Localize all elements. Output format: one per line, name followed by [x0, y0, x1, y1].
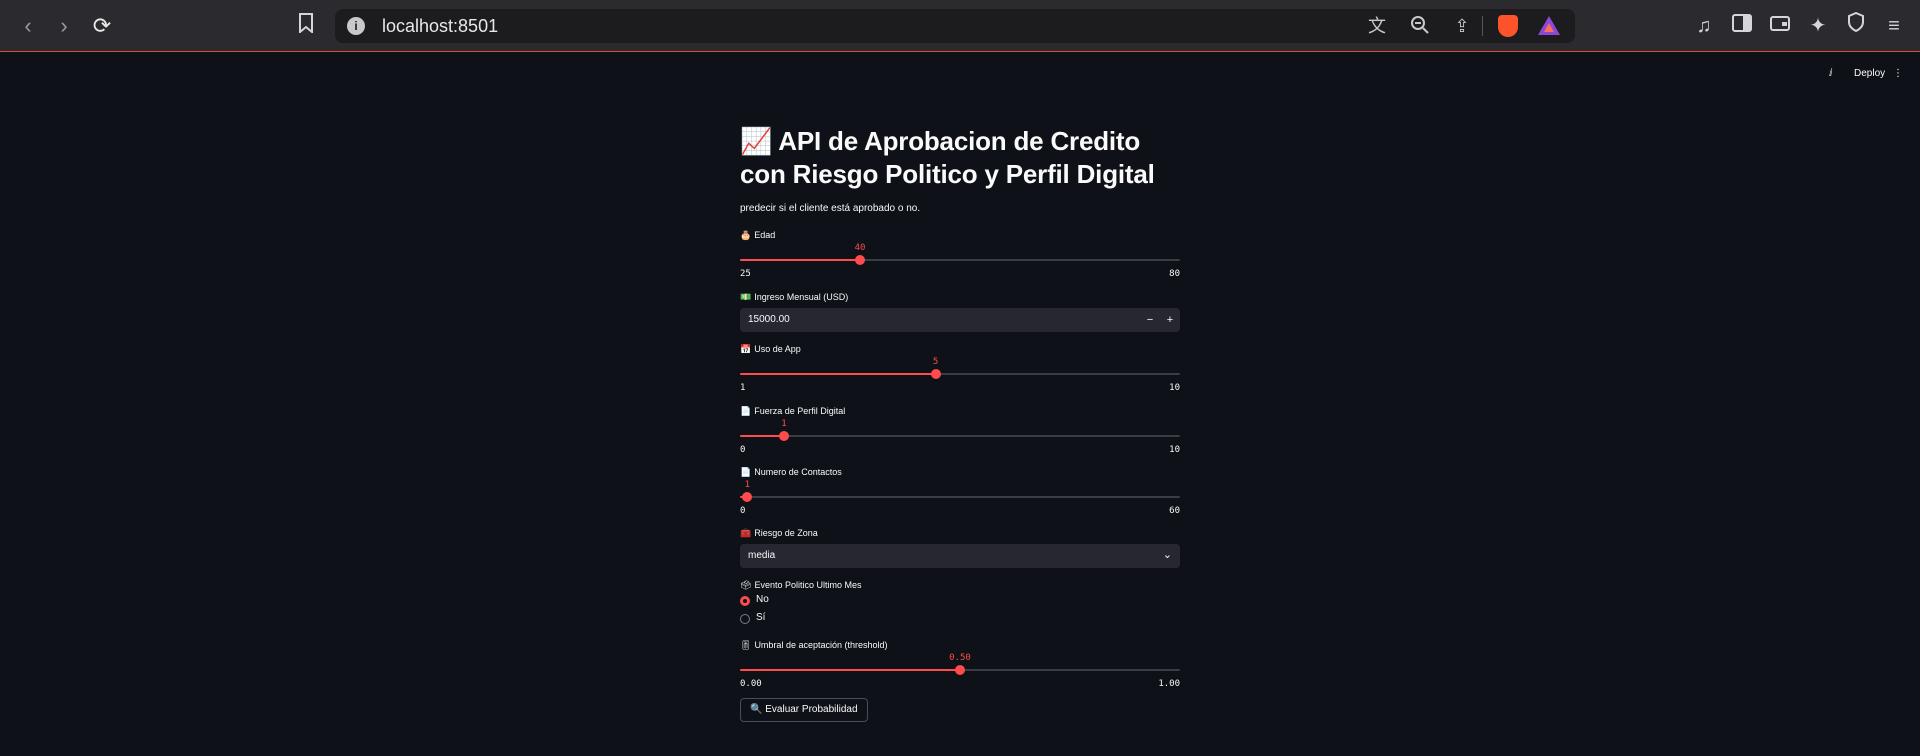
uso-app-field: 📅 Uso de App 5 1 10 [740, 343, 1180, 395]
increment-button[interactable]: + [1160, 308, 1180, 332]
slider-track[interactable] [740, 435, 1180, 437]
chevron-down-icon[interactable]: ⌄ [1163, 548, 1172, 561]
brave-rewards-icon[interactable] [1538, 16, 1560, 35]
slider-thumb[interactable] [779, 431, 789, 441]
slider-track[interactable] [740, 496, 1180, 498]
slider-value: 5 [932, 357, 939, 367]
slider-max: 60 [1169, 506, 1180, 516]
slider-value: 40 [854, 243, 866, 253]
button-label: Evaluar Probabilidad [765, 704, 858, 715]
contactos-field: 📄 Numero de Contactos 1 0 60 [740, 466, 1180, 518]
slider-min: 0 [740, 506, 746, 516]
page-title-text: API de Aprobacion de Credito con Riesgo … [740, 126, 1155, 189]
umbral-label: 🎚 Umbral de aceptación (threshold) [740, 640, 888, 650]
riesgo-zona-select[interactable]: media ⌄ [740, 544, 1180, 568]
edad-slider[interactable]: 40 25 80 [740, 241, 1180, 281]
more-options-icon[interactable]: ⋮ [1893, 68, 1903, 79]
forward-icon[interactable]: › [50, 12, 78, 40]
radio-option-no[interactable]: No [740, 593, 1180, 609]
bookmark-icon[interactable] [292, 12, 320, 40]
wallet-icon[interactable] [1766, 12, 1794, 40]
app-menu-info-icon[interactable]: ⅈ [1829, 68, 1833, 79]
money-icon: 💵 [740, 292, 752, 302]
riesgo-zona-label: 🧰 Riesgo de Zona [740, 528, 818, 538]
media-icon[interactable]: ♫ [1690, 12, 1718, 40]
ingreso-field: 💵 Ingreso Mensual (USD) 15000.00 − + [740, 291, 1180, 332]
contactos-label: 📄 Numero de Contactos [740, 467, 842, 477]
calendar-icon: 📅 [740, 344, 752, 354]
radio-label[interactable]: No [756, 594, 769, 605]
evaluar-probabilidad-button[interactable]: 🔍 Evaluar Probabilidad [740, 698, 868, 722]
slider-thumb[interactable] [930, 369, 941, 379]
slider-max: 80 [1169, 269, 1180, 279]
riesgo-zona-field: 🧰 Riesgo de Zona media ⌄ [740, 527, 1180, 568]
slider-value: 0.50 [949, 653, 971, 663]
page-icon: 📄 [740, 467, 752, 477]
uso-app-slider[interactable]: 5 1 10 [740, 355, 1180, 395]
cake-icon: 🎂 [740, 230, 752, 240]
site-info-icon[interactable]: i [347, 17, 365, 35]
ingreso-value[interactable]: 15000.00 [748, 314, 790, 325]
fuerza-perfil-field: 📄 Fuerza de Perfil Digital 1 0 10 [740, 405, 1180, 457]
reload-icon[interactable]: ⟳ [88, 12, 116, 40]
evento-politico-label: 🗳 Evento Politico Ultimo Mes [740, 580, 862, 590]
slider-min: 1 [740, 383, 746, 393]
slider-control-icon: 🎚 [740, 640, 752, 650]
slider-fill [740, 373, 936, 375]
vpn-icon[interactable] [1842, 11, 1870, 40]
sidebar-icon[interactable] [1728, 12, 1756, 40]
back-icon[interactable]: ‹ [14, 12, 42, 40]
slider-thumb[interactable] [955, 665, 965, 675]
divider [1482, 16, 1483, 36]
fuerza-perfil-label: 📄 Fuerza de Perfil Digital [740, 406, 846, 416]
radio-label[interactable]: Sí [756, 612, 765, 623]
radio-button-selected[interactable] [740, 596, 750, 606]
evento-politico-field: 🗳 Evento Politico Ultimo Mes No Sí [740, 579, 1180, 627]
slider-min: 0 [740, 445, 746, 455]
fuerza-perfil-slider[interactable]: 1 0 10 [740, 417, 1180, 457]
umbral-slider[interactable]: 0.50 0.00 1.00 [740, 651, 1180, 691]
slider-max: 1.00 [1158, 679, 1180, 689]
brave-shields-icon[interactable] [1498, 15, 1518, 37]
edad-label: 🎂 Edad [740, 230, 776, 240]
ballot-icon: 🗳 [740, 580, 752, 590]
page-icon: 📄 [740, 406, 752, 416]
uso-app-label: 📅 Uso de App [740, 344, 801, 354]
share-icon[interactable]: ⇪ [1450, 15, 1474, 37]
address-bar[interactable]: i localhost:8501 文 ⇪ [335, 9, 1575, 43]
slider-min: 0.00 [740, 679, 762, 689]
umbral-field: 🎚 Umbral de aceptación (threshold) 0.50 0… [740, 639, 1180, 691]
ingreso-label: 💵 Ingreso Mensual (USD) [740, 292, 849, 302]
translate-icon[interactable]: 文 [1365, 15, 1389, 37]
radio-option-si[interactable]: Sí [740, 611, 1180, 627]
slider-fill [740, 669, 960, 671]
slider-thumb[interactable] [742, 492, 753, 502]
ingreso-input[interactable]: 15000.00 − + [740, 308, 1180, 332]
slider-min: 25 [740, 269, 751, 279]
edad-field: 🎂 Edad 40 25 80 [740, 229, 1180, 281]
toolbox-icon: 🧰 [740, 528, 752, 538]
slider-value: 1 [744, 480, 751, 490]
search-icon: 🔍 [750, 704, 763, 715]
deploy-button[interactable]: Deploy [1854, 68, 1885, 79]
main-content: 📈 API de Aprobacion de Credito con Riesg… [740, 125, 1180, 722]
page-title: 📈 API de Aprobacion de Credito con Riesg… [740, 125, 1180, 191]
url-text[interactable]: localhost:8501 [382, 16, 498, 37]
page-subtitle: predecir si el cliente está aprobado o n… [740, 203, 921, 214]
riesgo-zona-value[interactable]: media [748, 550, 775, 561]
contactos-slider[interactable]: 1 0 60 [740, 478, 1180, 518]
radio-button[interactable] [740, 614, 750, 624]
slider-value: 1 [781, 419, 787, 429]
decrement-button[interactable]: − [1140, 308, 1160, 332]
slider-thumb[interactable] [855, 255, 865, 265]
slider-max: 10 [1169, 445, 1180, 455]
leo-ai-icon[interactable]: ✦ [1804, 12, 1832, 40]
browser-toolbar: ‹ › ⟳ i localhost:8501 文 ⇪ ♫ ✦ ≡ [0, 0, 1920, 52]
slider-fill [740, 435, 784, 437]
slider-fill [740, 259, 860, 261]
chart-emoji-icon: 📈 [740, 126, 773, 156]
menu-icon[interactable]: ≡ [1880, 12, 1908, 40]
zoom-out-icon[interactable] [1408, 15, 1432, 37]
slider-max: 10 [1169, 383, 1180, 393]
